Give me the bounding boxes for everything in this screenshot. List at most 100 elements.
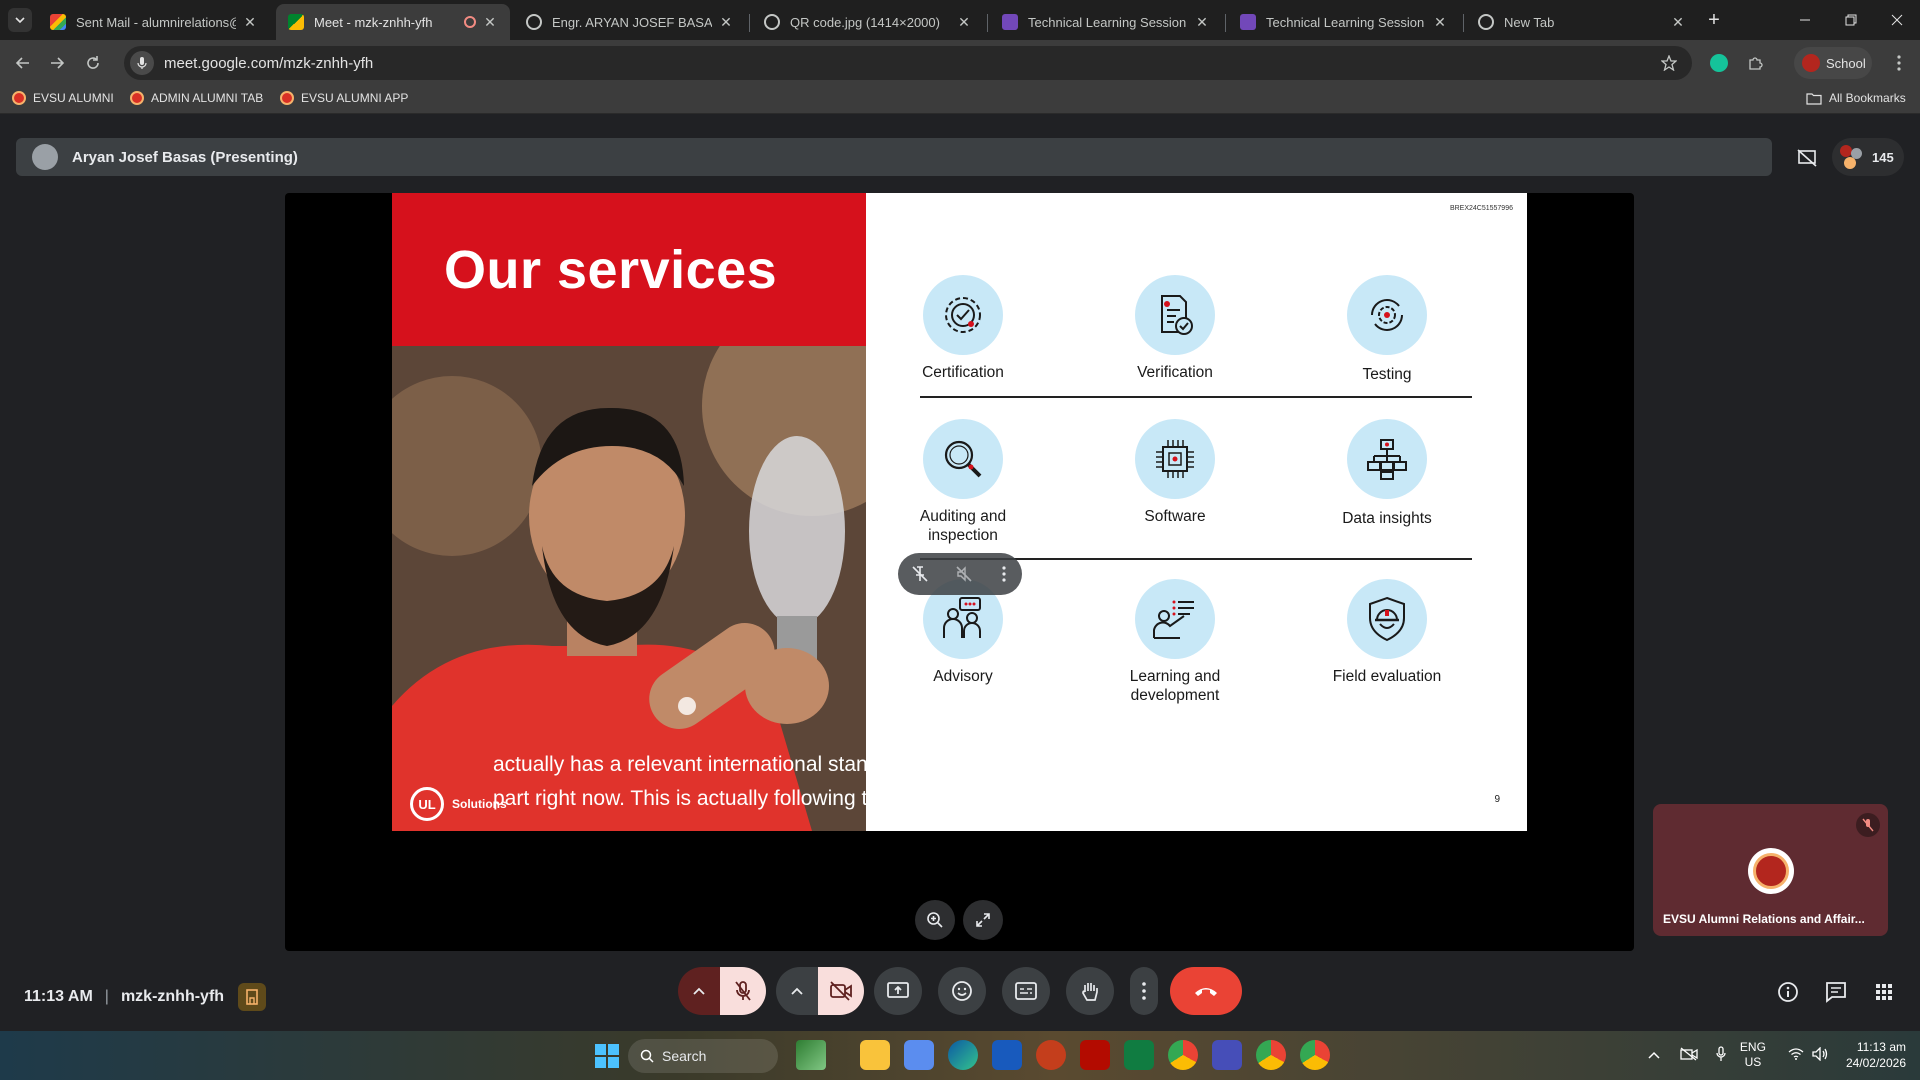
service-label: Auditing and inspection bbox=[919, 508, 1007, 544]
bookmark-label: ADMIN ALUMNI TAB bbox=[151, 91, 264, 105]
system-clock[interactable]: 11:13 am 24/02/2026 bbox=[1846, 1039, 1906, 1071]
forward-button[interactable] bbox=[42, 48, 72, 78]
close-icon[interactable]: ✕ bbox=[242, 14, 258, 31]
widgets-icon[interactable] bbox=[796, 1040, 826, 1070]
restore-button[interactable] bbox=[1828, 0, 1874, 40]
word-icon[interactable] bbox=[992, 1040, 1022, 1070]
tab-qr-code[interactable]: QR code.jpg (1414×2000) ✕ bbox=[752, 4, 984, 40]
bookmark-star-button[interactable] bbox=[1656, 50, 1682, 76]
powerpoint-icon[interactable] bbox=[1036, 1040, 1066, 1070]
participant-avatars-icon bbox=[1840, 145, 1864, 169]
profile-button[interactable]: School bbox=[1794, 47, 1872, 79]
start-button[interactable] bbox=[594, 1043, 620, 1069]
hide-presentation-button[interactable] bbox=[1790, 141, 1824, 175]
bookmark-admin-alumni-tab[interactable]: ADMIN ALUMNI TAB bbox=[130, 91, 263, 105]
close-icon[interactable]: ✕ bbox=[718, 14, 734, 31]
present-screen-button[interactable] bbox=[874, 967, 922, 1015]
calculator-icon[interactable] bbox=[904, 1040, 934, 1070]
microphone-icon[interactable] bbox=[1716, 1045, 1726, 1065]
wifi-icon[interactable] bbox=[1788, 1047, 1804, 1063]
tab-new-tab[interactable]: New Tab ✕ bbox=[1466, 4, 1698, 40]
chrome-profile-icon[interactable] bbox=[1300, 1040, 1330, 1070]
self-video-tile[interactable]: EVSU Alumni Relations and Affair... bbox=[1653, 804, 1888, 936]
mute-audio-button[interactable] bbox=[950, 560, 978, 588]
tab-search-button[interactable] bbox=[8, 8, 32, 32]
edge-icon[interactable] bbox=[948, 1040, 978, 1070]
file-explorer-icon[interactable] bbox=[860, 1040, 890, 1070]
close-icon[interactable]: ✕ bbox=[482, 14, 498, 31]
volume-icon[interactable] bbox=[1812, 1045, 1828, 1064]
gear-check-icon bbox=[923, 275, 1003, 355]
new-tab-button[interactable]: + bbox=[1702, 8, 1726, 32]
activities-button[interactable] bbox=[1864, 972, 1904, 1012]
reload-button[interactable] bbox=[78, 48, 108, 78]
close-icon[interactable]: ✕ bbox=[1432, 14, 1448, 31]
clock-date: 24/02/2026 bbox=[1845, 1056, 1906, 1070]
service-testing: Testing bbox=[1297, 275, 1477, 384]
tab-technical-session-1[interactable]: Technical Learning Session on U ✕ bbox=[990, 4, 1222, 40]
bookmark-evsu-alumni[interactable]: EVSU ALUMNI bbox=[12, 91, 114, 105]
chevron-up-icon bbox=[693, 987, 705, 995]
bookmark-favicon-icon bbox=[130, 91, 144, 105]
caption-line: actually has a relevant international st… bbox=[493, 753, 1324, 776]
video-options-button[interactable] bbox=[776, 967, 818, 1015]
chrome-profile-icon[interactable] bbox=[1256, 1040, 1286, 1070]
forms-icon bbox=[1240, 14, 1256, 30]
close-icon[interactable]: ✕ bbox=[1670, 14, 1686, 31]
teams-icon[interactable] bbox=[1212, 1040, 1242, 1070]
expand-icon bbox=[976, 913, 990, 927]
taskbar-search[interactable]: Search bbox=[628, 1039, 778, 1073]
close-icon[interactable]: ✕ bbox=[956, 14, 972, 31]
more-options-button[interactable] bbox=[1130, 967, 1158, 1015]
tab-meet[interactable]: Meet - mzk-znhh-yfh ✕ bbox=[276, 4, 510, 40]
service-auditing-inspection: Auditing and inspection bbox=[873, 419, 1053, 545]
evsu-logo bbox=[1748, 848, 1794, 894]
tab-technical-session-2[interactable]: Technical Learning Session on U ✕ bbox=[1228, 4, 1460, 40]
bookmark-favicon-icon bbox=[280, 91, 294, 105]
close-window-button[interactable] bbox=[1874, 0, 1920, 40]
tab-title: Technical Learning Session on U bbox=[1028, 14, 1188, 30]
leave-call-button[interactable] bbox=[1170, 967, 1242, 1015]
zoom-in-button[interactable] bbox=[915, 900, 955, 940]
browser-tab-strip: Sent Mail - alumnirelations@ev ✕ Meet - … bbox=[0, 0, 1920, 40]
emoji-icon bbox=[952, 981, 972, 1001]
speaker-off-icon bbox=[956, 566, 972, 582]
chat-button[interactable] bbox=[1816, 972, 1856, 1012]
unpin-button[interactable] bbox=[906, 560, 934, 588]
microphone-toggle-button[interactable] bbox=[720, 967, 766, 1015]
more-options-button[interactable] bbox=[994, 560, 1014, 588]
address-bar[interactable]: meet.google.com/mzk-znhh-yfh bbox=[124, 46, 1692, 80]
close-icon bbox=[1891, 14, 1903, 26]
minimize-button[interactable] bbox=[1782, 0, 1828, 40]
tab-sent-mail[interactable]: Sent Mail - alumnirelations@ev ✕ bbox=[38, 4, 270, 40]
camera-toggle-button[interactable] bbox=[818, 967, 864, 1015]
camera-off-icon[interactable] bbox=[1680, 1046, 1698, 1064]
back-button[interactable] bbox=[8, 48, 38, 78]
reactions-button[interactable] bbox=[938, 967, 986, 1015]
tab-engr-image[interactable]: Engr. ARYAN JOSEF BASAS.png ✕ bbox=[514, 4, 746, 40]
site-info-button[interactable] bbox=[130, 51, 154, 75]
audio-options-button[interactable] bbox=[678, 967, 720, 1015]
tab-separator bbox=[987, 14, 988, 32]
all-bookmarks-button[interactable]: All Bookmarks bbox=[1806, 91, 1906, 105]
captions-button[interactable] bbox=[1002, 967, 1050, 1015]
grammarly-icon bbox=[1710, 54, 1728, 72]
fullscreen-button[interactable] bbox=[963, 900, 1003, 940]
language-indicator[interactable]: ENG US bbox=[1740, 1040, 1766, 1070]
raise-hand-button[interactable] bbox=[1066, 967, 1114, 1015]
host-controls-icon[interactable] bbox=[238, 983, 267, 1011]
excel-icon[interactable] bbox=[1124, 1040, 1154, 1070]
close-icon[interactable]: ✕ bbox=[1194, 14, 1210, 31]
search-icon bbox=[640, 1049, 654, 1063]
grammarly-extension[interactable] bbox=[1706, 50, 1732, 76]
presenter-bar: Aryan Josef Basas (Presenting) bbox=[16, 138, 1772, 176]
chevron-up-icon[interactable] bbox=[1648, 1048, 1660, 1062]
browser-menu-button[interactable] bbox=[1886, 50, 1912, 76]
participants-button[interactable]: 145 bbox=[1832, 138, 1904, 176]
bookmark-favicon-icon bbox=[12, 91, 26, 105]
extensions-button[interactable] bbox=[1742, 50, 1768, 76]
bookmark-evsu-alumni-app[interactable]: EVSU ALUMNI APP bbox=[280, 91, 408, 105]
meeting-details-button[interactable] bbox=[1768, 972, 1808, 1012]
chrome-icon[interactable] bbox=[1168, 1040, 1198, 1070]
acrobat-icon[interactable] bbox=[1080, 1040, 1110, 1070]
